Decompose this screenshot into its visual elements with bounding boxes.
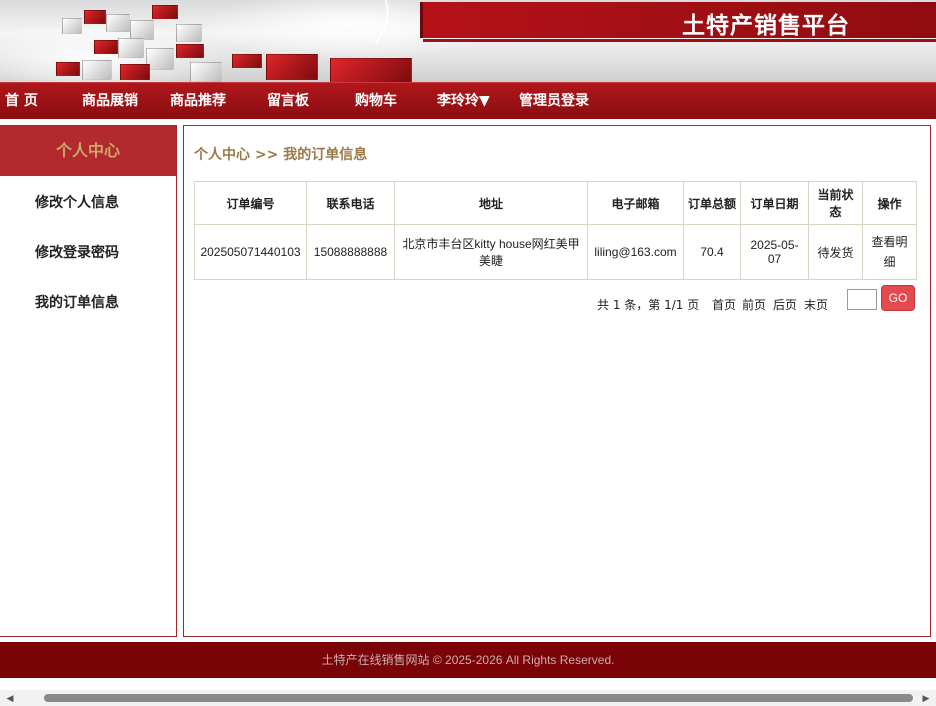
nav-item-user-menu[interactable]: 李玲玲▼ — [437, 83, 490, 119]
column-header: 地址 — [394, 181, 588, 225]
header-banner: 土特产销售平台 — [0, 0, 936, 82]
nav-item-admin-login[interactable]: 管理员登录 — [519, 83, 589, 119]
cube-decoration — [146, 48, 174, 70]
column-header: 联系电话 — [306, 181, 395, 225]
cube-decoration — [232, 54, 262, 68]
column-header: 订单日期 — [740, 181, 809, 225]
column-header: 电子邮箱 — [587, 181, 684, 225]
scroll-left-icon[interactable]: ◀ — [3, 690, 17, 706]
main-panel: 个人中心 >> 我的订单信息 订单编号 联系电话 地址 电子邮箱 订单总额 订单… — [183, 125, 931, 637]
sidebar: 个人中心 修改个人信息 修改登录密码 我的订单信息 — [0, 125, 177, 637]
nav-item-messages[interactable]: 留言板 — [267, 83, 309, 119]
table-header-row: 订单编号 联系电话 地址 电子邮箱 订单总额 订单日期 当前状态 操作 — [194, 181, 917, 225]
cube-decoration — [330, 58, 412, 82]
nav-item-products[interactable]: 商品展销 — [82, 83, 138, 119]
go-button[interactable]: GO — [881, 285, 915, 311]
cell-status: 待发货 — [808, 224, 863, 280]
cube-decoration — [106, 14, 130, 32]
horizontal-scrollbar[interactable]: ◀ ▶ — [0, 690, 936, 706]
cell-order-no: 202505071440103 — [194, 224, 307, 280]
cube-decoration — [130, 20, 154, 40]
scrollbar-thumb[interactable] — [44, 694, 913, 702]
cube-decoration — [62, 18, 82, 34]
cube-decoration — [152, 5, 178, 19]
pager-first-link[interactable]: 首页 — [712, 296, 736, 313]
main-nav: 首 页 商品展销 商品推荐 留言板 购物车 李玲玲▼ 管理员登录 — [0, 82, 936, 119]
cell-date: 2025-05-07 — [740, 224, 809, 280]
pager-last-link[interactable]: 末页 — [804, 296, 828, 313]
cell-address: 北京市丰台区kitty house网红美甲美睫 — [394, 224, 588, 280]
pager-next-link[interactable]: 后页 — [773, 296, 797, 313]
scroll-right-icon[interactable]: ▶ — [919, 690, 933, 706]
site-title: 土特产销售平台 — [682, 13, 850, 39]
table-row: 202505071440103 15088888888 北京市丰台区kitty … — [194, 224, 917, 280]
cube-decoration — [266, 54, 318, 80]
column-header: 操作 — [862, 181, 917, 225]
title-band — [420, 2, 936, 42]
cube-decoration — [190, 62, 222, 82]
cube-decoration — [84, 10, 106, 24]
cell-total: 70.4 — [683, 224, 741, 280]
footer: 土特产在线销售网站 © 2025-2026 All Rights Reserve… — [0, 642, 936, 678]
nav-item-cart[interactable]: 购物车 — [355, 83, 397, 119]
cube-decoration — [176, 24, 202, 42]
pager-prev-link[interactable]: 前页 — [742, 296, 766, 313]
cell-phone: 15088888888 — [306, 224, 395, 280]
nav-item-home[interactable]: 首 页 — [5, 83, 38, 119]
cube-decoration — [120, 64, 150, 80]
cube-decoration — [94, 40, 118, 54]
sidebar-title: 个人中心 — [0, 126, 176, 176]
sidebar-item-change-password[interactable]: 修改登录密码 — [35, 242, 119, 262]
orders-table: 订单编号 联系电话 地址 电子邮箱 订单总额 订单日期 当前状态 操作 2025… — [194, 181, 917, 280]
sidebar-item-my-orders[interactable]: 我的订单信息 — [35, 292, 119, 312]
breadcrumb: 个人中心 >> 我的订单信息 — [194, 147, 368, 163]
cube-decoration — [176, 44, 204, 58]
pager-summary: 共 1 条，第 1/1 页 — [597, 298, 700, 312]
sidebar-item-edit-profile[interactable]: 修改个人信息 — [35, 192, 119, 212]
cube-decoration — [56, 62, 80, 76]
page-number-input[interactable] — [847, 289, 877, 310]
nav-item-recommended[interactable]: 商品推荐 — [170, 83, 226, 119]
cell-email: liling@163.com — [587, 224, 684, 280]
cube-decoration — [118, 38, 144, 58]
column-header: 订单总额 — [683, 181, 741, 225]
cube-decoration — [82, 60, 112, 80]
column-header: 订单编号 — [194, 181, 307, 225]
column-header: 当前状态 — [808, 181, 863, 225]
view-details-link[interactable]: 查看明细 — [862, 224, 917, 280]
